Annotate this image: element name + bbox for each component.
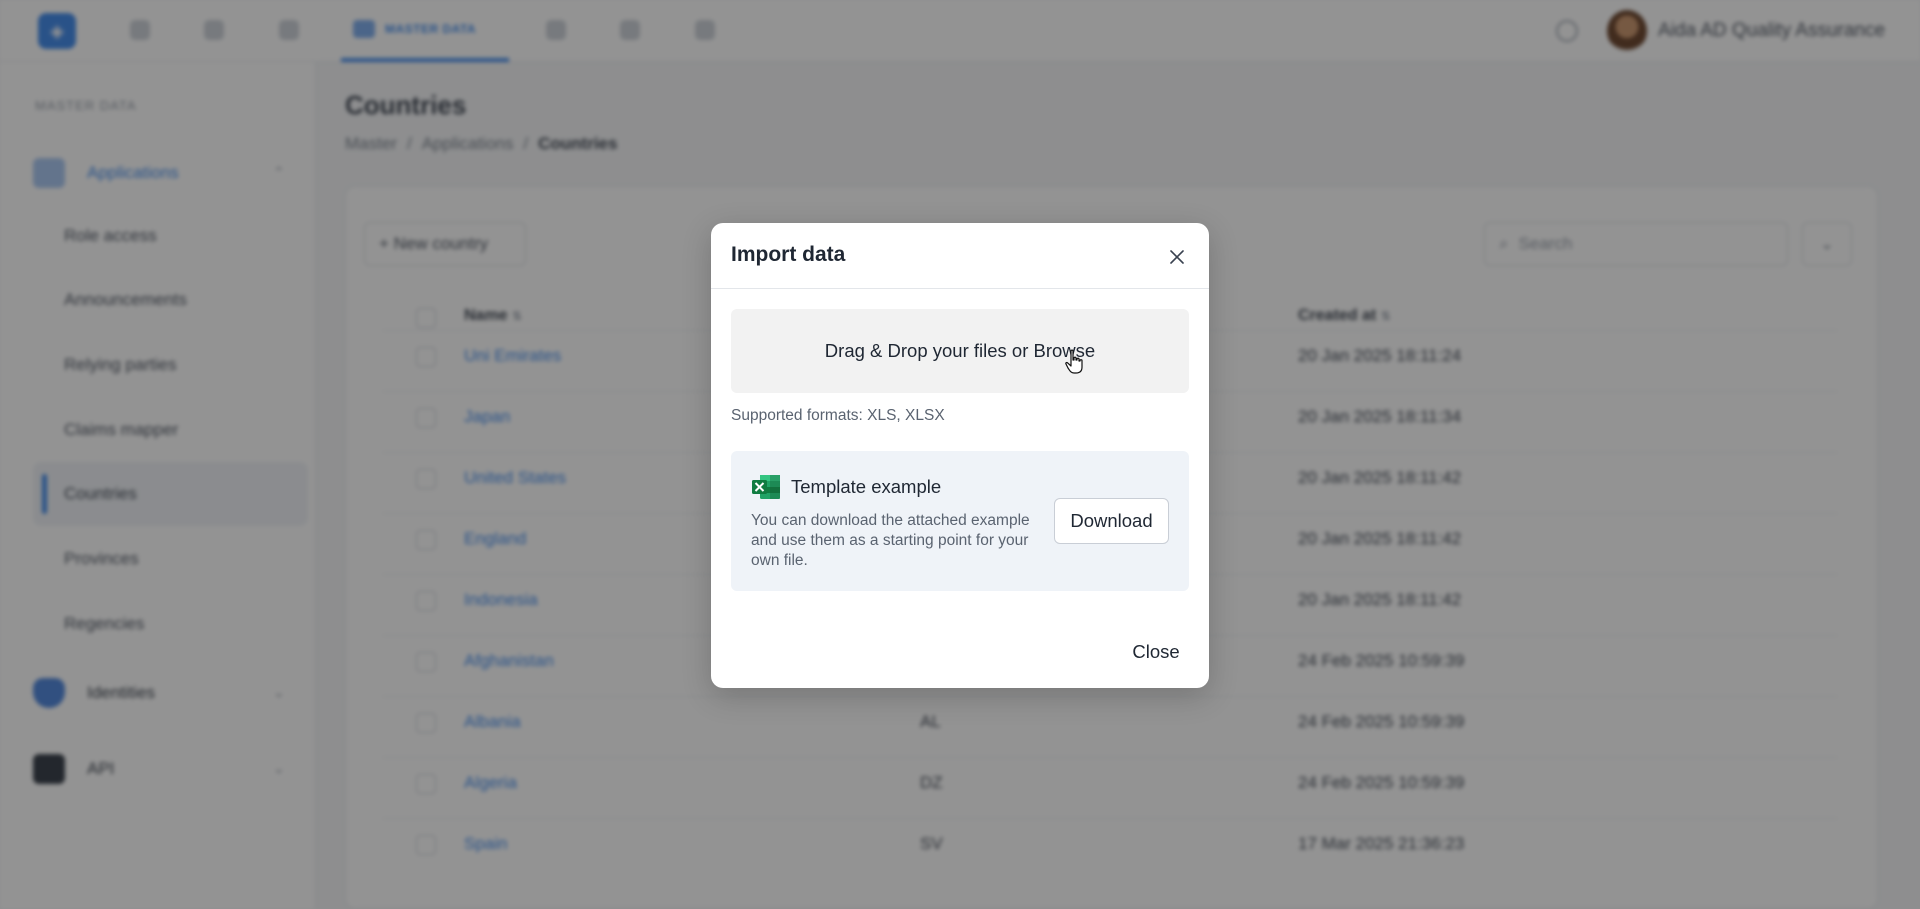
excel-file-icon (751, 474, 781, 505)
file-dropzone[interactable]: Drag & Drop your files or Browse (731, 309, 1189, 393)
template-description: You can download the attached example an… (751, 512, 1030, 569)
close-button[interactable]: Close (1117, 634, 1195, 670)
download-button[interactable]: Download (1054, 498, 1169, 544)
close-icon[interactable] (1159, 239, 1195, 275)
modal-divider (711, 288, 1209, 289)
dropzone-text: Drag & Drop your files or Browse (824, 340, 1096, 361)
hand-pointer-icon (1065, 349, 1085, 380)
template-example-box: Template example You can download the at… (731, 451, 1189, 591)
modal-title: Import data (731, 243, 846, 266)
template-title: Template example (791, 476, 942, 497)
import-data-modal: Import data Drag & Drop your files or Br… (711, 223, 1209, 688)
supported-formats-text: Supported formats: XLS, XLSX (731, 407, 945, 424)
